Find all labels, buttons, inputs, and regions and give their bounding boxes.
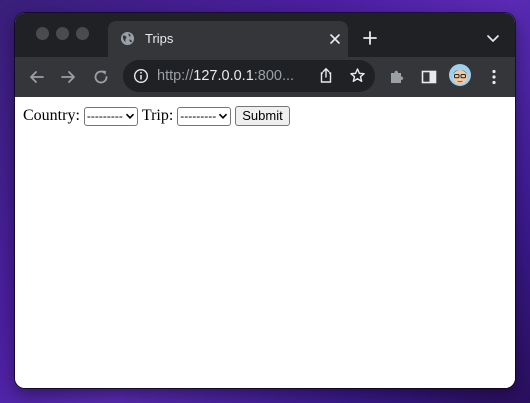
profile-avatar[interactable] xyxy=(449,64,471,86)
trip-form: Country: --------- Trip: --------- Submi… xyxy=(23,106,290,126)
tab-title: Trips xyxy=(145,31,174,46)
page-content: Country: --------- Trip: --------- Submi… xyxy=(15,97,515,388)
trip-select[interactable]: --------- xyxy=(177,106,232,126)
avatar-face-icon xyxy=(453,70,467,84)
forward-arrow-icon[interactable] xyxy=(58,67,78,87)
extensions-puzzle-icon[interactable] xyxy=(387,67,407,87)
star-icon[interactable] xyxy=(349,67,366,84)
url-port: :800... xyxy=(253,68,295,84)
chevron-down-icon xyxy=(219,113,228,120)
browser-tab[interactable]: Trips xyxy=(108,21,348,57)
window-minimize-dot[interactable] xyxy=(56,27,69,40)
plus-icon[interactable] xyxy=(361,29,379,47)
chevron-down-icon[interactable] xyxy=(486,31,500,45)
country-select-value: --------- xyxy=(86,108,123,123)
browser-window: Trips http://127.0.0.1:800... Country: -… xyxy=(15,13,515,388)
address-bar[interactable]: http://127.0.0.1:800... xyxy=(123,60,375,92)
side-panel-icon[interactable] xyxy=(419,67,439,87)
trip-select-value: --------- xyxy=(180,108,217,123)
kebab-menu-icon[interactable] xyxy=(484,67,504,87)
country-label: Country: xyxy=(23,107,80,124)
url-host: 127.0.0.1 xyxy=(193,68,254,84)
chevron-down-icon xyxy=(125,113,134,120)
share-icon[interactable] xyxy=(318,67,334,84)
info-icon[interactable] xyxy=(133,68,149,84)
back-arrow-icon[interactable] xyxy=(27,67,47,87)
submit-button[interactable]: Submit xyxy=(235,106,290,126)
trip-label: Trip: xyxy=(141,107,174,124)
tab-strip: Trips xyxy=(15,13,515,57)
window-close-dot[interactable] xyxy=(36,27,49,40)
window-zoom-dot[interactable] xyxy=(76,27,89,40)
browser-toolbar: http://127.0.0.1:800... xyxy=(15,57,515,97)
reload-icon[interactable] xyxy=(91,67,111,87)
country-select[interactable]: --------- xyxy=(83,106,138,126)
globe-icon xyxy=(120,31,135,46)
url-text: http://127.0.0.1:800... xyxy=(157,68,294,84)
url-scheme: http:// xyxy=(157,68,194,84)
close-icon[interactable] xyxy=(326,30,344,48)
